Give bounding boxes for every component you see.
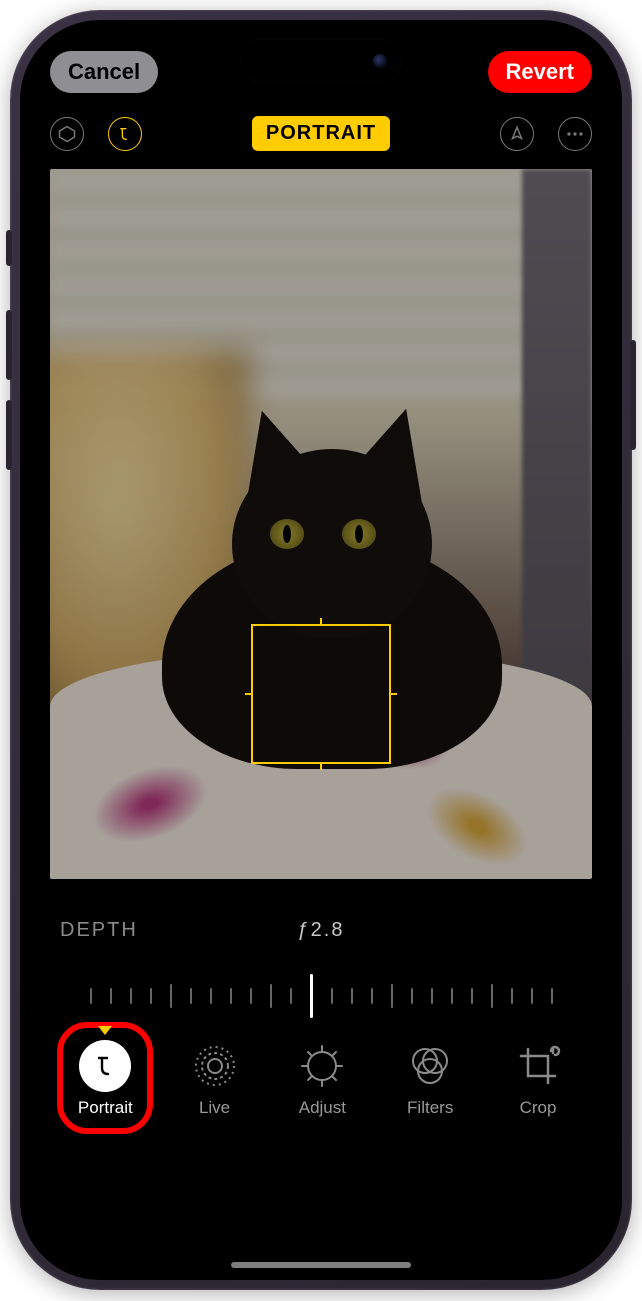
live-icon xyxy=(189,1040,241,1092)
tool-portrait[interactable]: Portrait xyxy=(78,1040,133,1118)
focus-indicator[interactable] xyxy=(251,624,391,764)
tool-filters-label: Filters xyxy=(407,1098,453,1118)
power-button xyxy=(630,340,636,450)
crop-icon xyxy=(512,1040,564,1092)
front-camera xyxy=(373,54,387,68)
volume-down xyxy=(6,400,12,470)
tool-crop[interactable]: Crop xyxy=(512,1040,564,1118)
markup-icon[interactable] xyxy=(500,117,534,151)
tool-live-label: Live xyxy=(199,1098,230,1118)
depth-label: DEPTH xyxy=(60,919,138,942)
volume-up xyxy=(6,310,12,380)
tool-live[interactable]: Live xyxy=(189,1040,241,1118)
active-indicator-icon xyxy=(98,1026,112,1035)
tool-adjust-label: Adjust xyxy=(299,1098,346,1118)
depth-readout: DEPTH ƒ2.8 xyxy=(20,879,622,942)
screen: Cancel Revert PORTRAIT xyxy=(20,20,622,1280)
edit-toolbar: Portrait Live Adjust Filters xyxy=(20,1026,622,1132)
phone-frame: Cancel Revert PORTRAIT xyxy=(10,10,632,1290)
cancel-button[interactable]: Cancel xyxy=(50,51,158,93)
photo-preview[interactable] xyxy=(50,169,592,879)
tool-filters[interactable]: Filters xyxy=(404,1040,456,1118)
tool-crop-label: Crop xyxy=(520,1098,557,1118)
mode-badge: PORTRAIT xyxy=(252,116,390,151)
aperture-icon[interactable] xyxy=(108,117,142,151)
slider-cursor[interactable] xyxy=(310,974,313,1018)
more-icon[interactable] xyxy=(558,117,592,151)
portrait-lighting-icon[interactable] xyxy=(50,117,84,151)
home-indicator[interactable] xyxy=(231,1262,411,1268)
depth-slider[interactable] xyxy=(60,966,582,1026)
filters-icon xyxy=(404,1040,456,1092)
depth-value: ƒ2.8 xyxy=(298,919,345,942)
side-switch xyxy=(6,230,12,266)
mode-bar: PORTRAIT xyxy=(20,102,622,169)
adjust-icon xyxy=(296,1040,348,1092)
tool-portrait-label: Portrait xyxy=(78,1098,133,1118)
f-icon xyxy=(79,1040,131,1092)
tool-adjust[interactable]: Adjust xyxy=(296,1040,348,1118)
revert-button[interactable]: Revert xyxy=(488,51,592,93)
dynamic-island xyxy=(241,40,401,82)
